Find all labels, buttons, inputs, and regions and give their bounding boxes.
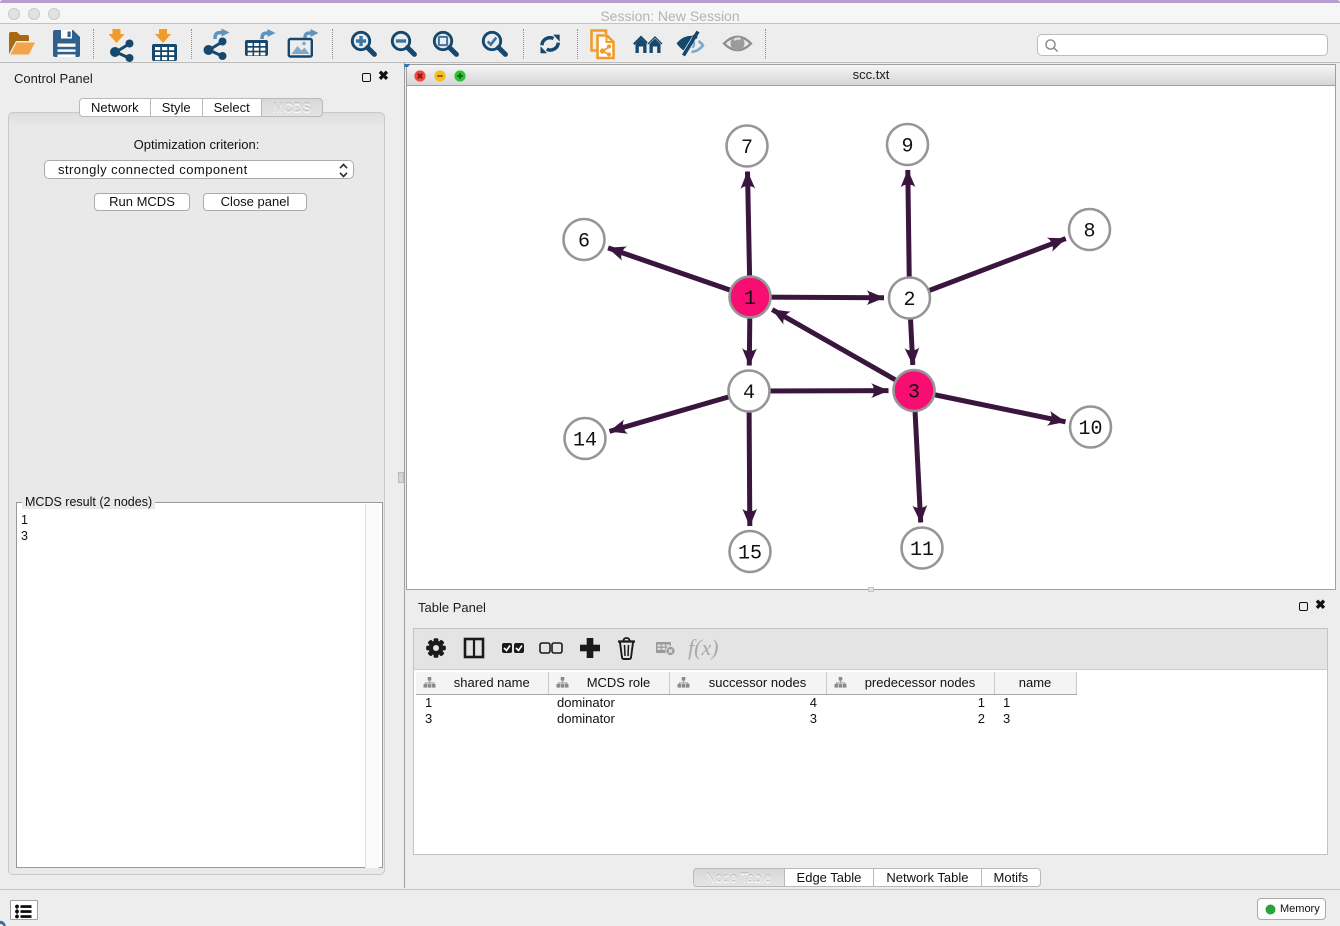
svg-text:7: 7	[741, 137, 753, 160]
svg-text:14: 14	[573, 430, 597, 453]
svg-text:6: 6	[578, 231, 590, 254]
svg-text:11: 11	[910, 539, 934, 562]
svg-text:1: 1	[744, 288, 756, 311]
svg-text:2: 2	[903, 289, 915, 312]
svg-text:15: 15	[738, 543, 762, 566]
svg-text:8: 8	[1083, 221, 1095, 244]
svg-text:f(x): f(x)	[688, 635, 719, 660]
svg-text:4: 4	[743, 382, 755, 405]
svg-text:9: 9	[901, 136, 913, 159]
svg-text:3: 3	[908, 382, 920, 405]
svg-text:10: 10	[1078, 418, 1102, 441]
